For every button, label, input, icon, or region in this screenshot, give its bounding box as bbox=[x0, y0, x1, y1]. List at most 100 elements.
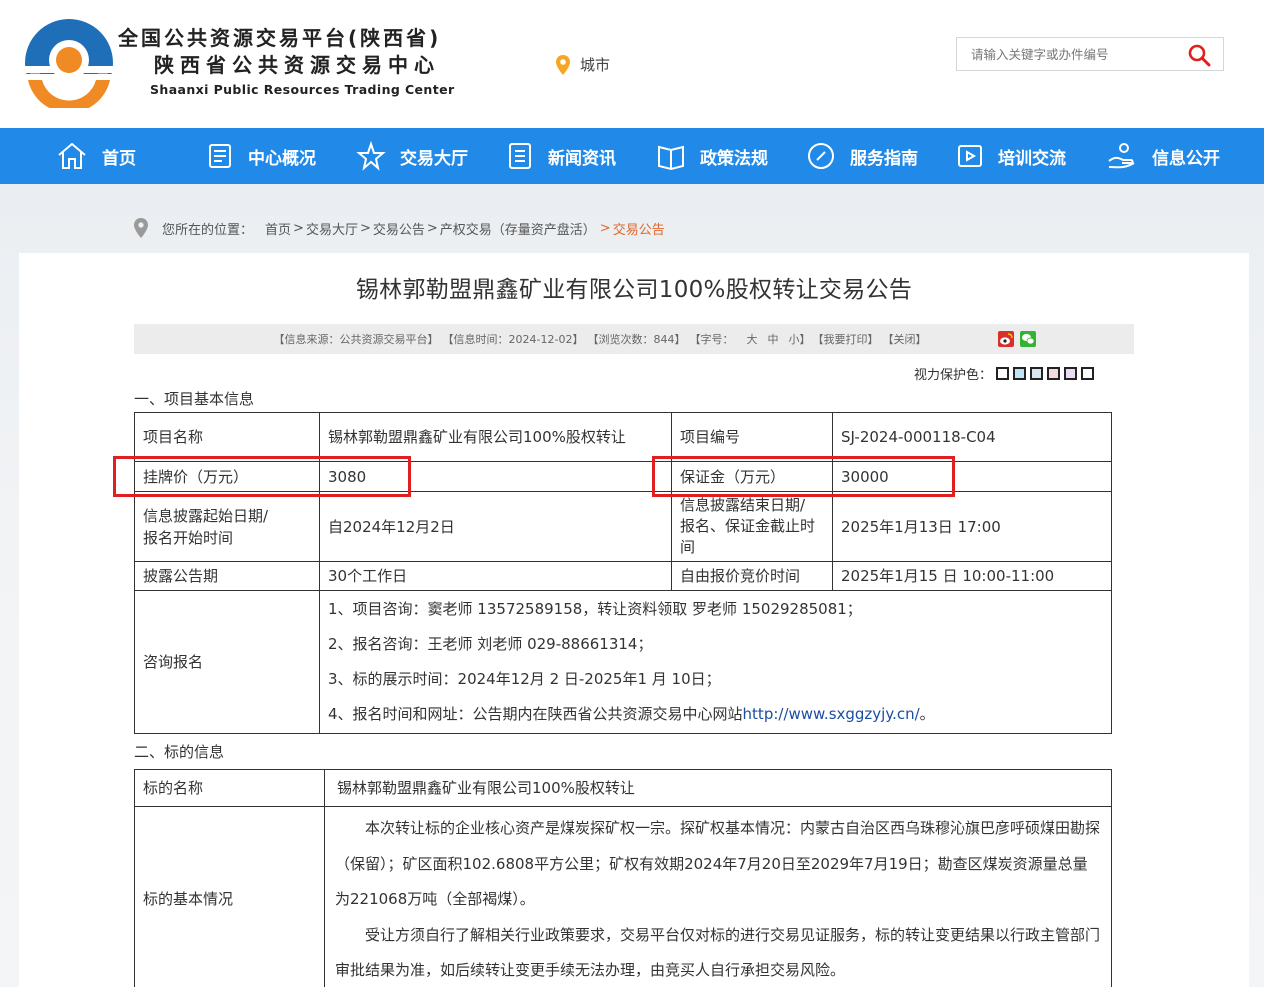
section-heading-target-info: 二、标的信息 bbox=[134, 743, 225, 761]
info-views: 【浏览次数：844】 bbox=[587, 333, 686, 346]
table-cell: 3080 bbox=[319, 461, 672, 492]
brand-title-en: Shaanxi Public Resources Trading Center bbox=[150, 82, 455, 97]
document-icon bbox=[209, 144, 231, 168]
nav-item-news[interactable]: 新闻资讯 bbox=[500, 128, 650, 184]
star-icon bbox=[356, 141, 386, 171]
table-row: 披露公告期 30个工作日 自由报价竞价时间 2025年1月15 日 10:00-… bbox=[134, 561, 1112, 591]
table-cell: 锡林郭勒盟鼎鑫矿业有限公司100%股权转让 bbox=[319, 412, 672, 462]
table-cell: 自由报价竞价时间 bbox=[671, 561, 833, 591]
breadcrumb-prefix: 您所在的位置： bbox=[162, 222, 254, 238]
target-description-paragraph: 受让方须自行了解相关行业政策要求，交易平台仅对标的进行交易见证服务，标的转让变更… bbox=[335, 925, 1101, 980]
table-cell: 2025年1月13日 17:00 bbox=[832, 491, 1112, 562]
table-cell: 咨询报名 bbox=[134, 590, 320, 734]
table-cell: 信息披露起始日期/报名开始时间 bbox=[134, 491, 320, 562]
location-pin-icon bbox=[134, 218, 148, 238]
nav-item-home[interactable]: 首页 bbox=[50, 128, 200, 184]
vision-label: 视力保护色： bbox=[914, 368, 993, 383]
vision-protection-colors: 视力保护色： bbox=[914, 364, 1095, 383]
book-icon bbox=[658, 145, 684, 171]
table-cell: 标的名称 bbox=[134, 769, 325, 807]
target-description-paragraph: 本次转让标的企业核心资产是煤炭探矿权一宗。探矿权基本情况：内蒙古自治区西乌珠穆沁… bbox=[335, 819, 1101, 908]
table-row: 挂牌价（万元） 3080 保证金（万元） 30000 bbox=[134, 461, 1112, 492]
page-title: 锡林郭勒盟鼎鑫矿业有限公司100%股权转让交易公告 bbox=[355, 277, 913, 303]
vision-swatch-default[interactable] bbox=[1081, 367, 1095, 380]
font-size-small[interactable]: 小 bbox=[788, 331, 799, 347]
nav-item-service-guide[interactable]: 服务指南 bbox=[800, 128, 950, 184]
brand-title-cn-line1: 全国公共资源交易平台(陕西省) bbox=[118, 26, 442, 50]
project-info-table: 项目名称 锡林郭勒盟鼎鑫矿业有限公司100%股权转让 项目编号 SJ-2024-… bbox=[134, 412, 1112, 734]
main-nav: 首页 中心概况 交易大厅 新闻资讯 政策法规 服务指南 培训交流 信息公开 bbox=[0, 128, 1264, 184]
table-cell: 30000 bbox=[832, 461, 1112, 492]
search-input[interactable] bbox=[957, 38, 1179, 70]
breadcrumb-link-trading-hall[interactable]: 交易大厅 bbox=[306, 219, 358, 238]
font-size-medium[interactable]: 中 bbox=[767, 331, 778, 347]
nav-label: 政策法规 bbox=[700, 148, 768, 169]
article-info-bar: 【信息来源：公共资源交易平台】 【信息时间：2024-12-02】 【浏览次数：… bbox=[134, 324, 1134, 354]
table-cell: 1、项目咨询：窦老师 13572589158，转让资料领取 罗老师 150292… bbox=[319, 590, 1112, 734]
home-icon bbox=[58, 142, 86, 169]
website-link[interactable]: http://www.sxggzyjy.cn/ bbox=[743, 705, 920, 723]
brand-title-cn-line2: 陕西省公共资源交易中心 bbox=[154, 53, 440, 77]
vision-swatch-pink[interactable] bbox=[1047, 367, 1061, 380]
nav-item-about[interactable]: 中心概况 bbox=[200, 128, 350, 184]
hand-icon bbox=[1108, 143, 1135, 169]
table-cell: 标的基本情况 bbox=[134, 806, 325, 987]
print-link[interactable]: 【我要打印】 bbox=[812, 331, 878, 347]
brand-title[interactable]: 全国公共资源交易平台(陕西省) 陕西省公共资源交易中心 Shaanxi Publ… bbox=[118, 24, 478, 102]
table-cell: 项目名称 bbox=[134, 412, 320, 462]
compass-icon bbox=[808, 143, 834, 169]
weibo-share-icon[interactable] bbox=[998, 331, 1015, 347]
share-buttons bbox=[998, 331, 1037, 347]
wechat-share-icon[interactable] bbox=[1020, 331, 1037, 347]
nav-label: 交易大厅 bbox=[400, 148, 468, 169]
nav-item-disclosure[interactable]: 信息公开 bbox=[1100, 128, 1250, 184]
breadcrumb: 您所在的位置： 首页 > 交易大厅 > 交易公告 > 产权交易（存量资产盘活） … bbox=[134, 218, 665, 238]
breadcrumb-current[interactable]: 交易公告 bbox=[613, 219, 665, 238]
table-cell: 自2024年12月2日 bbox=[319, 491, 672, 562]
table-row: 标的名称 锡林郭勒盟鼎鑫矿业有限公司100%股权转让 bbox=[134, 769, 1112, 807]
center-logo-icon[interactable] bbox=[24, 18, 114, 108]
table-cell: 挂牌价（万元） bbox=[134, 461, 320, 492]
nav-label: 新闻资讯 bbox=[548, 148, 616, 169]
vision-swatch-gray-blue[interactable] bbox=[1030, 367, 1044, 380]
table-row: 项目名称 锡林郭勒盟鼎鑫矿业有限公司100%股权转让 项目编号 SJ-2024-… bbox=[134, 412, 1112, 462]
table-cell: 30个工作日 bbox=[319, 561, 672, 591]
nav-label: 信息公开 bbox=[1152, 148, 1220, 169]
location-pin-icon bbox=[556, 54, 570, 75]
table-row: 信息披露起始日期/报名开始时间 自2024年12月2日 信息披露结束日期/报名、… bbox=[134, 491, 1112, 562]
section-heading-basic-info: 一、项目基本信息 bbox=[134, 390, 255, 408]
nav-item-policy[interactable]: 政策法规 bbox=[650, 128, 800, 184]
vision-swatch-lavender[interactable] bbox=[1064, 367, 1078, 380]
vision-swatch-blue[interactable] bbox=[1013, 367, 1027, 380]
search-icon[interactable] bbox=[1187, 43, 1213, 67]
list-icon bbox=[509, 143, 531, 169]
nav-label: 首页 bbox=[102, 148, 136, 169]
table-row: 标的基本情况 本次转让标的企业核心资产是煤炭探矿权一宗。探矿权基本情况：内蒙古自… bbox=[134, 806, 1112, 987]
table-cell: 披露公告期 bbox=[134, 561, 320, 591]
info-source: 【信息来源：公共资源交易平台】 bbox=[273, 333, 439, 346]
table-cell: 2025年1月15 日 10:00-11:00 bbox=[832, 561, 1112, 591]
video-icon bbox=[958, 145, 982, 167]
table-cell: SJ-2024-000118-C04 bbox=[832, 412, 1112, 462]
nav-item-training[interactable]: 培训交流 bbox=[950, 128, 1100, 184]
nav-label: 中心概况 bbox=[248, 148, 316, 169]
font-size-large[interactable]: 大 bbox=[746, 331, 757, 347]
close-link[interactable]: 【关闭】 bbox=[882, 331, 926, 347]
table-cell: 项目编号 bbox=[671, 412, 833, 462]
table-cell: 本次转让标的企业核心资产是煤炭探矿权一宗。探矿权基本情况：内蒙古自治区西乌珠穆沁… bbox=[324, 806, 1112, 987]
target-info-table: 标的名称 锡林郭勒盟鼎鑫矿业有限公司100%股权转让 标的基本情况 本次转让标的… bbox=[134, 769, 1112, 987]
info-time: 【信息时间：2024-12-02】 bbox=[442, 333, 584, 346]
table-cell: 锡林郭勒盟鼎鑫矿业有限公司100%股权转让 bbox=[324, 769, 1112, 807]
vision-swatch-white[interactable] bbox=[996, 367, 1010, 380]
site-header: 全国公共资源交易平台(陕西省) 陕西省公共资源交易中心 Shaanxi Publ… bbox=[0, 0, 1264, 128]
nav-label: 服务指南 bbox=[850, 148, 918, 169]
breadcrumb-link-home[interactable]: 首页 bbox=[265, 219, 291, 238]
table-row: 咨询报名 1、项目咨询：窦老师 13572589158，转让资料领取 罗老师 1… bbox=[134, 590, 1112, 734]
font-size-label: 【字号： bbox=[689, 333, 734, 346]
breadcrumb-link-announcements[interactable]: 交易公告 bbox=[373, 219, 425, 238]
breadcrumb-link-property-rights[interactable]: 产权交易（存量资产盘活） bbox=[440, 219, 596, 238]
city-selector[interactable]: 城市 bbox=[556, 54, 610, 75]
table-cell: 信息披露结束日期/报名、保证金截止时间 bbox=[671, 491, 833, 562]
city-label: 城市 bbox=[580, 56, 611, 74]
nav-item-trading-hall[interactable]: 交易大厅 bbox=[350, 128, 500, 184]
